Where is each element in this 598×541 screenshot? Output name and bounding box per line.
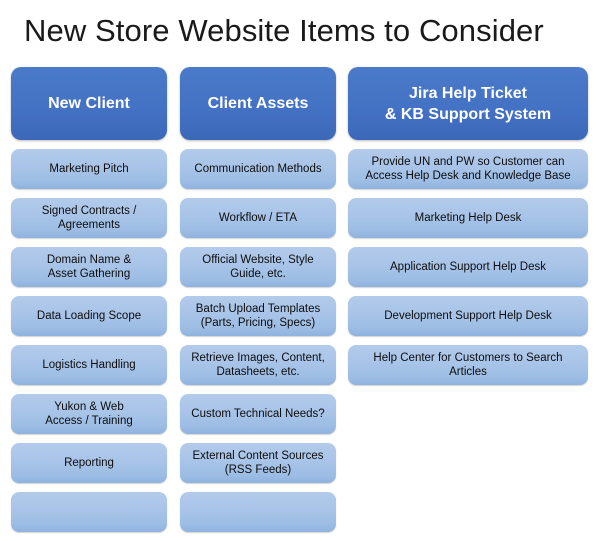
column-header-label: Jira Help Ticket & KB Support System (384, 84, 552, 123)
item-label: Reporting (64, 457, 114, 469)
item-list-client-assets: Communication Methods Workflow / ETA Off… (180, 149, 336, 532)
column-client-assets: Client Assets Communication Methods Work… (180, 67, 336, 541)
item-box[interactable]: External Content Sources (RSS Feeds) (180, 443, 336, 483)
item-box[interactable]: Application Support Help Desk (348, 247, 588, 287)
item-label: Marketing Pitch (49, 163, 129, 175)
item-box[interactable]: Retrieve Images, Content, Datasheets, et… (180, 345, 336, 385)
item-label: Signed Contracts / Agreements (41, 205, 137, 231)
item-label: Retrieve Images, Content, Datasheets, et… (191, 352, 325, 378)
item-label: Data Loading Scope (36, 310, 142, 322)
item-box[interactable]: Development Support Help Desk (348, 296, 588, 336)
item-label: Custom Technical Needs? (191, 408, 325, 420)
column-header-label: Client Assets (207, 95, 309, 112)
item-box[interactable]: Domain Name & Asset Gathering (11, 247, 167, 287)
column-header-new-client[interactable]: New Client (11, 67, 167, 140)
item-box-partial[interactable] (11, 492, 167, 532)
item-box[interactable]: Logistics Handling (11, 345, 167, 385)
item-box[interactable]: Help Center for Customers to Search Arti… (348, 345, 588, 385)
item-box[interactable]: Custom Technical Needs? (180, 394, 336, 434)
item-label: Development Support Help Desk (384, 310, 552, 322)
item-label: Domain Name & Asset Gathering (46, 254, 132, 280)
item-label: Workflow / ETA (218, 212, 298, 224)
item-box[interactable]: Reporting (11, 443, 167, 483)
item-box[interactable]: Marketing Help Desk (348, 198, 588, 238)
item-label: Logistics Handling (42, 359, 136, 371)
item-label: External Content Sources (RSS Feeds) (192, 450, 324, 476)
item-box[interactable]: Communication Methods (180, 149, 336, 189)
item-list-jira-help-ticket: Provide UN and PW so Customer can Access… (348, 149, 588, 385)
item-box[interactable]: Signed Contracts / Agreements (11, 198, 167, 238)
columns-container: New Client Marketing Pitch Signed Contra… (0, 67, 598, 532)
item-label: Communication Methods (194, 163, 322, 175)
item-box[interactable]: Batch Upload Templates (Parts, Pricing, … (180, 296, 336, 336)
item-label: Provide UN and PW so Customer can Access… (365, 156, 571, 182)
column-jira-help-ticket: Jira Help Ticket & KB Support System Pro… (348, 67, 588, 394)
slide-canvas: New Store Website Items to Consider New … (0, 0, 598, 532)
item-box[interactable]: Data Loading Scope (11, 296, 167, 336)
item-label: Marketing Help Desk (414, 212, 522, 224)
item-list-new-client: Marketing Pitch Signed Contracts / Agree… (11, 149, 167, 532)
column-header-jira-help-ticket[interactable]: Jira Help Ticket & KB Support System (348, 67, 588, 140)
item-box[interactable]: Workflow / ETA (180, 198, 336, 238)
page-title: New Store Website Items to Consider (24, 13, 544, 48)
item-box[interactable]: Marketing Pitch (11, 149, 167, 189)
column-new-client: New Client Marketing Pitch Signed Contra… (11, 67, 167, 541)
item-box[interactable]: Yukon & Web Access / Training (11, 394, 167, 434)
item-label: Help Center for Customers to Search Arti… (373, 352, 563, 378)
column-header-label: New Client (48, 95, 130, 112)
item-label: Application Support Help Desk (390, 261, 546, 273)
item-box[interactable]: Provide UN and PW so Customer can Access… (348, 149, 588, 189)
column-header-client-assets[interactable]: Client Assets (180, 67, 336, 140)
item-label: Batch Upload Templates (Parts, Pricing, … (195, 303, 321, 329)
item-label: Yukon & Web Access / Training (45, 401, 133, 427)
item-box[interactable]: Official Website, Style Guide, etc. (180, 247, 336, 287)
item-label: Official Website, Style Guide, etc. (202, 254, 314, 280)
item-box-partial[interactable] (180, 492, 336, 532)
